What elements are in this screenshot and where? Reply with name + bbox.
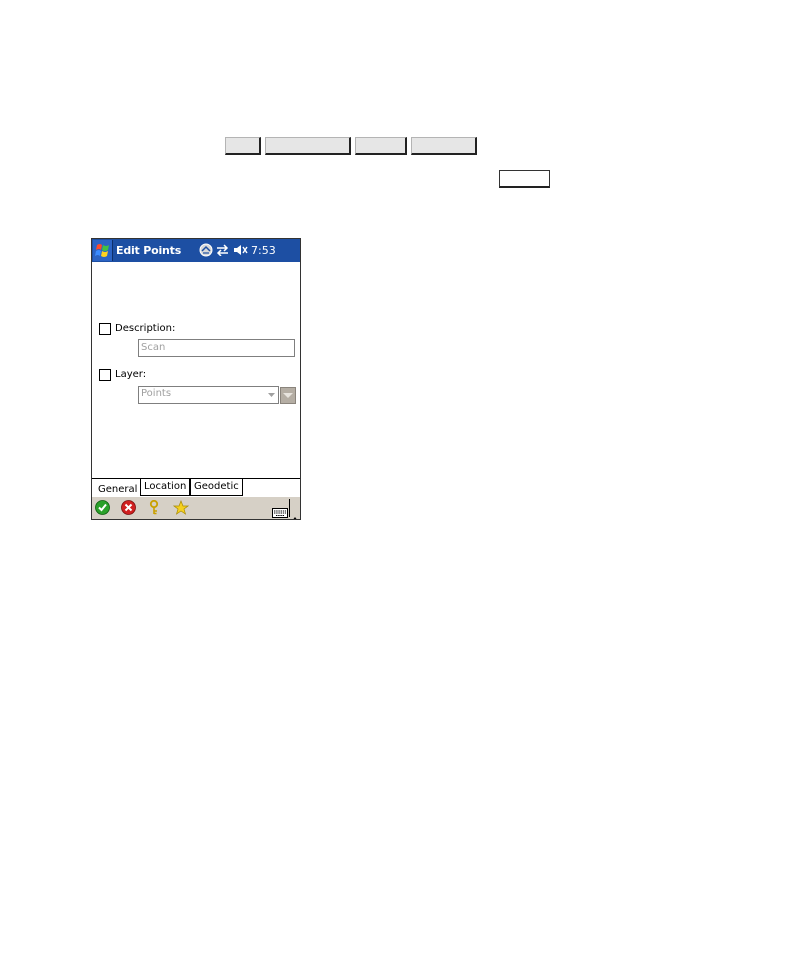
placeholder-box-2 — [265, 137, 351, 155]
sip-separator — [289, 499, 290, 517]
description-value: Scan — [141, 342, 166, 353]
windows-start-icon — [95, 244, 109, 257]
favorite-star-icon[interactable] — [172, 500, 190, 519]
tab-location[interactable]: Location — [140, 479, 190, 496]
pocketpc-screen: Edit Points 7:53 Description: Scan Layer… — [91, 238, 301, 520]
description-checkbox[interactable] — [99, 323, 111, 335]
layer-label: Layer: — [115, 369, 147, 380]
layer-dropdown-button[interactable] — [280, 387, 296, 404]
placeholder-box-5 — [499, 170, 550, 188]
app-title: Edit Points — [116, 244, 182, 257]
tab-geodetic[interactable]: Geodetic — [190, 479, 243, 496]
description-label: Description: — [115, 323, 176, 334]
tab-strip: General Location Geodetic — [92, 478, 300, 497]
layer-checkbox[interactable] — [99, 369, 111, 381]
dropdown-arrow-icon — [283, 393, 293, 398]
placeholder-box-4 — [411, 137, 477, 155]
description-input[interactable]: Scan — [138, 339, 295, 357]
volume-muted-icon[interactable] — [233, 244, 248, 259]
title-bar: Edit Points 7:53 — [92, 239, 300, 262]
command-bar — [92, 497, 300, 519]
sync-arrows-icon[interactable] — [216, 244, 229, 259]
keyboard-icon[interactable] — [272, 503, 288, 519]
chevron-down-icon — [268, 393, 275, 397]
layer-select[interactable]: Points — [138, 386, 279, 404]
clock[interactable]: 7:53 — [251, 244, 276, 257]
placeholder-box-3 — [355, 137, 407, 155]
layer-value: Points — [141, 388, 172, 399]
cancel-icon[interactable] — [121, 500, 136, 519]
start-button[interactable] — [93, 240, 113, 261]
help-key-icon[interactable] — [148, 499, 160, 519]
placeholder-box-1 — [225, 137, 261, 155]
sip-up-arrow-icon[interactable] — [292, 506, 298, 519]
connectivity-icon[interactable] — [199, 243, 213, 260]
ok-icon[interactable] — [95, 500, 110, 519]
